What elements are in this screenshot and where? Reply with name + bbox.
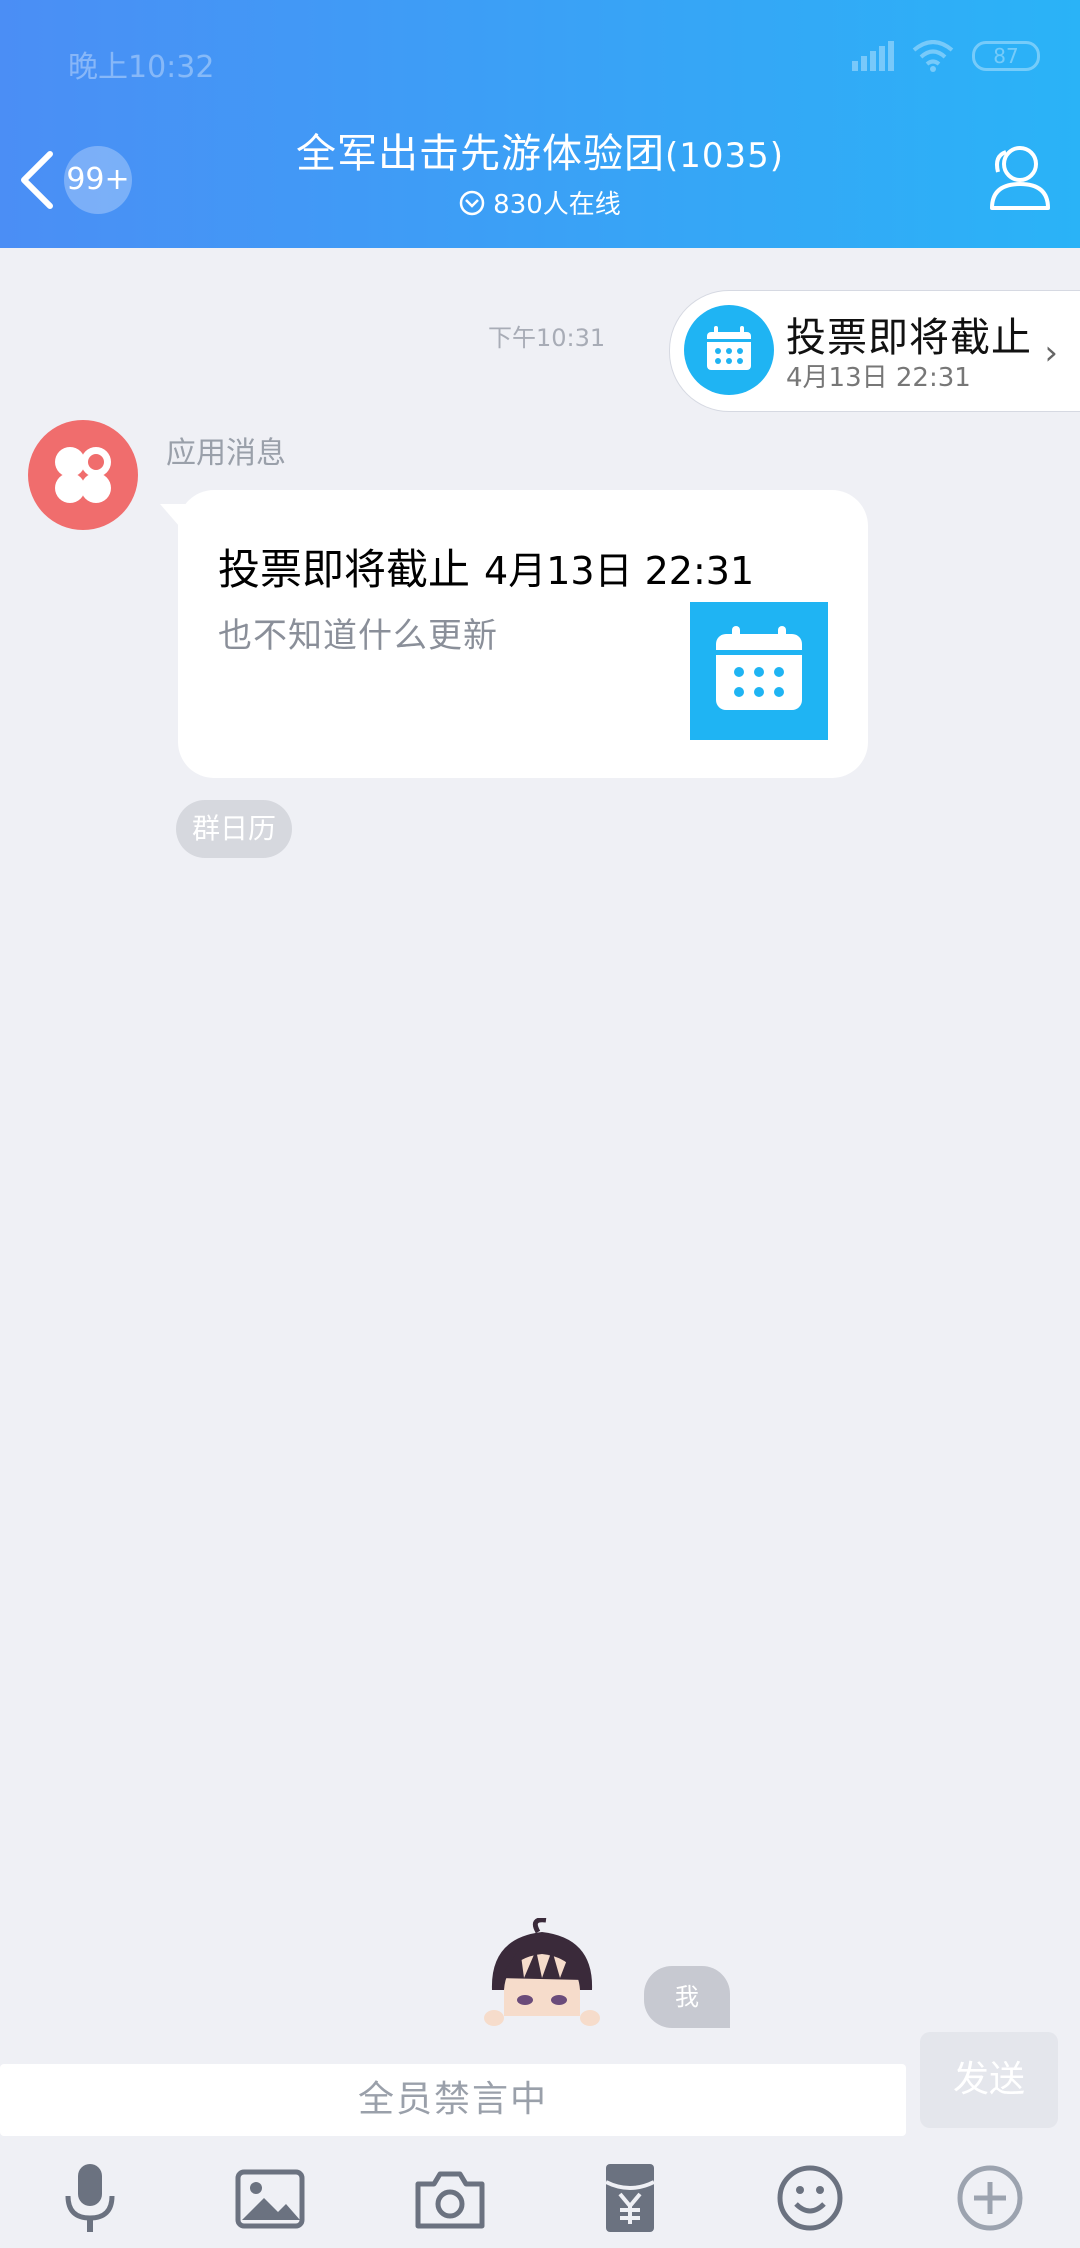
red-packet-icon[interactable] [590,2158,670,2238]
message-input[interactable]: 全员禁言中 [0,2064,906,2136]
group-members-icon[interactable] [980,142,1054,212]
announcement-date: 4月13日 22:31 [786,363,971,393]
battery-indicator: 87 [972,41,1040,71]
microphone-icon[interactable] [50,2158,130,2238]
send-button[interactable]: 发送 [920,2032,1058,2128]
announcement-title: 投票即将截止 [786,315,1032,361]
message-bubble[interactable]: 投票即将截止 4月13日 22:31 也不知道什么更新 [178,490,868,778]
message-timestamp: 下午10:31 [488,324,606,352]
image-icon[interactable] [230,2158,310,2238]
chat-header: 晚上10:32 87 99+ 全军出击先游体验团(1035) 830人在线 [0,0,1080,248]
emoji-icon[interactable] [770,2158,850,2238]
message-date: 4月13日 22:31 [484,549,755,593]
clover-icon [55,447,111,503]
camera-icon[interactable] [410,2158,490,2238]
chevron-right-icon: › [1044,333,1058,373]
online-status[interactable]: 830人在线 [150,184,930,221]
signal-icon [852,41,894,71]
wifi-icon [912,40,954,72]
me-label[interactable]: 我 [644,1966,730,2028]
member-count: (1035) [664,136,785,176]
plus-icon[interactable] [950,2158,1030,2238]
input-placeholder: 全员禁言中 [357,2079,548,2120]
calendar-icon [684,305,774,395]
back-arrow-icon[interactable] [16,150,60,210]
input-toolbar [0,2146,1080,2248]
status-icons: 87 [852,40,1040,72]
calendar-icon [690,602,828,740]
group-name: 全军出击先游体验团 [295,131,665,177]
status-time: 晚上10:32 [68,50,215,85]
app-message-avatar[interactable] [28,420,138,530]
online-count: 830人在线 [493,190,621,220]
message-title: 投票即将截止 4月13日 22:31 [218,536,754,597]
group-title-block[interactable]: 全军出击先游体验团(1035) 830人在线 [150,128,930,221]
mascot-character [480,1918,604,2028]
source-chip[interactable]: 群日历 [176,800,293,858]
unread-badge[interactable]: 99+ [64,146,132,214]
chevron-down-icon [459,190,485,215]
message-description: 也不知道什么更新 [218,616,498,656]
sender-name: 应用消息 [166,436,286,471]
message-title-text: 投票即将截止 [218,545,471,594]
group-title: 全军出击先游体验团(1035) [150,128,930,182]
announcement-banner[interactable]: 投票即将截止 4月13日 22:31 › [669,290,1080,412]
